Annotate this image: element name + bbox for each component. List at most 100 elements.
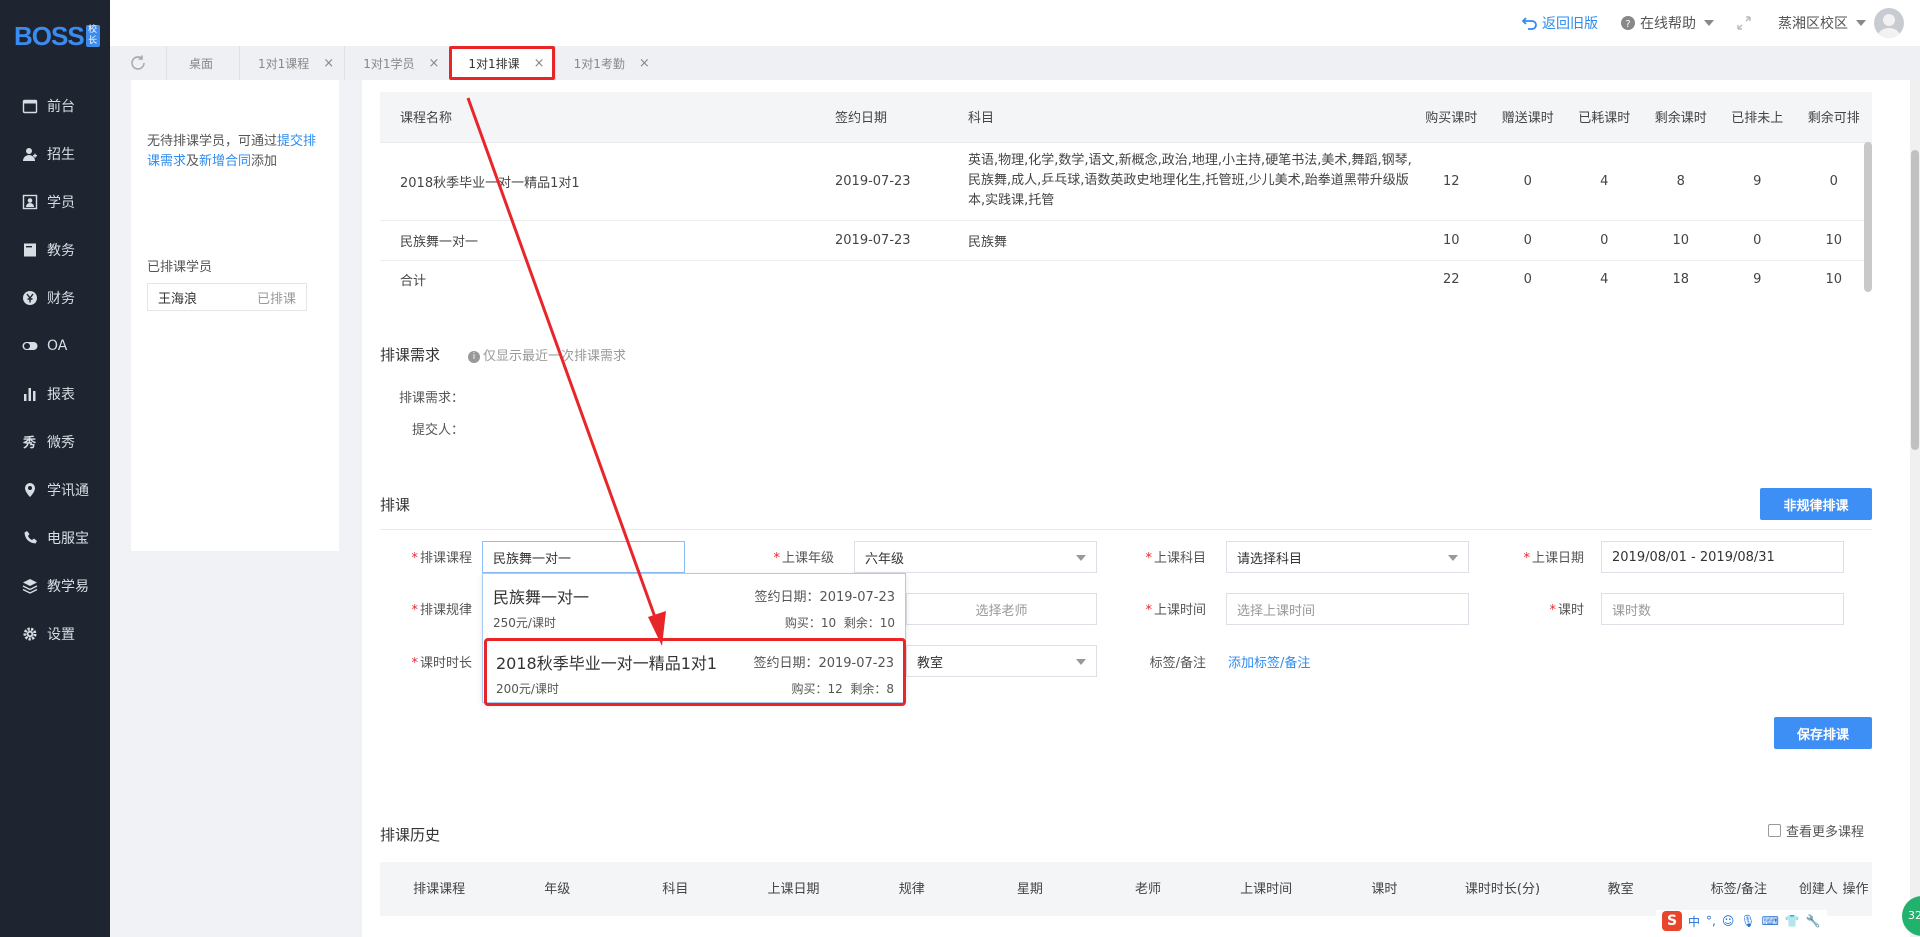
note-text: 及: [186, 154, 200, 169]
tab-3[interactable]: 1对1排课 ×: [449, 46, 555, 80]
add-tag-link[interactable]: 添加标签/备注: [1228, 652, 1310, 671]
irregular-schedule-button[interactable]: 非规律排课: [1760, 488, 1872, 520]
undo-icon: [1522, 17, 1537, 30]
close-icon[interactable]: ×: [323, 56, 334, 71]
table-scrollbar[interactable]: [1864, 142, 1872, 292]
sidebar-item-label: 前台: [47, 99, 75, 115]
id-card-icon: [22, 194, 38, 210]
teacher-select[interactable]: 选择老师: [906, 593, 1097, 625]
help-circle-icon: ?: [1621, 16, 1635, 30]
total-row: 合计 22 0 4 18 9 10: [380, 260, 1872, 298]
yen-coin-icon: [22, 290, 38, 306]
subjects-cell: 民族舞: [968, 220, 1413, 261]
sidebar-item-teaching[interactable]: 教务: [0, 226, 110, 274]
wrench-icon[interactable]: 🔧: [1806, 914, 1821, 928]
close-icon[interactable]: ×: [639, 56, 650, 71]
sidebar-item-finance[interactable]: 财务: [0, 274, 110, 322]
option-date: 签约日期：2019-07-23: [754, 590, 895, 605]
student-item[interactable]: 王海浪 已排课: [147, 283, 307, 311]
sidebar-item-oa[interactable]: OA: [0, 322, 110, 370]
sidebar-item-desk[interactable]: 前台: [0, 82, 110, 130]
demand-hint-text: 仅显示最近一次排课需求: [483, 349, 627, 364]
skin-icon[interactable]: 👕: [1785, 914, 1800, 928]
tab-4[interactable]: 1对1考勤 ×: [554, 46, 660, 80]
tab-1[interactable]: 1对1课程 ×: [239, 46, 345, 80]
sidebar-item-settings[interactable]: 设置: [0, 610, 110, 658]
back-old-version-link[interactable]: 返回旧版: [1522, 13, 1598, 33]
sidebar-item-label: 电服宝: [47, 531, 89, 547]
mic-icon[interactable]: 🎙: [1740, 914, 1755, 928]
sogou-icon[interactable]: S: [1662, 911, 1682, 931]
fullscreen-button[interactable]: [1736, 15, 1756, 31]
sidebar-nav: 前台招生 学员 教务 财务 OA 报表秀微秀 学讯通电服宝教学易 设置: [0, 82, 110, 658]
grade-select[interactable]: 六年级: [854, 541, 1097, 573]
note-text: 无待排课学员，可通过: [147, 134, 278, 149]
back-old-label: 返回旧版: [1542, 16, 1598, 32]
date-field-label: * 上课日期: [1523, 551, 1584, 566]
sidebar-item-jiaoxueyi[interactable]: 教学易: [0, 562, 110, 610]
course-option[interactable]: 2018秋季毕业一对一精品1对1 签约日期：2019-07-23 200元/课时…: [484, 638, 906, 706]
column-header: 签约日期: [815, 92, 968, 143]
sidebar-item-report[interactable]: 报表: [0, 370, 110, 418]
refresh-button[interactable]: [110, 46, 166, 80]
scheduled-hours-cell: 9: [1719, 142, 1796, 221]
more-courses-checkbox[interactable]: 查看更多课程: [1768, 821, 1864, 840]
sidebar-item-dianfubao[interactable]: 电服宝: [0, 514, 110, 562]
close-icon[interactable]: ×: [534, 56, 545, 71]
column-header: 课时: [1325, 862, 1444, 916]
tab-2[interactable]: 1对1学员 ×: [344, 46, 450, 80]
can-schedule-cell: 0: [1795, 142, 1872, 221]
add-contract-link[interactable]: 新增合同: [199, 154, 251, 169]
tab-label: 桌面: [189, 56, 214, 71]
emoji-icon[interactable]: ☺: [1722, 914, 1735, 928]
punct-icon[interactable]: °,: [1706, 914, 1716, 928]
logo: BOSS 校长: [0, 0, 110, 72]
keyboard-icon[interactable]: ⌨: [1762, 914, 1779, 928]
gift-hours-cell: 0: [1523, 271, 1532, 287]
date-range-input[interactable]: 2019/08/01 - 2019/08/31: [1601, 541, 1844, 573]
time-input[interactable]: 选择上课时间: [1226, 593, 1469, 625]
sidebar-item-enroll[interactable]: 招生: [0, 130, 110, 178]
column-header: 课程名称: [380, 92, 815, 143]
close-icon[interactable]: ×: [428, 56, 439, 71]
scrollbar-thumb[interactable]: [1911, 150, 1919, 450]
table-row: 民族舞一对一 2019-07-23 民族舞 10 0 0 10 0 10: [380, 220, 1872, 261]
course-option[interactable]: 民族舞一对一 签约日期：2019-07-23 250元/课时 购买：10 剩余：…: [483, 574, 905, 638]
save-schedule-button[interactable]: 保存排课: [1774, 717, 1872, 749]
chevron-down-icon: [1856, 20, 1866, 26]
sidebar-item-weixiu[interactable]: 秀微秀: [0, 418, 110, 466]
subjects-cell: 英语,物理,化学,数学,语文,新概念,政治,地理,小主持,硬笔书法,美术,舞蹈,…: [968, 142, 1413, 221]
sidebar-item-label: 微秀: [47, 435, 75, 451]
column-header: 已排未上: [1719, 92, 1796, 143]
duration-field-label: * 课时时长: [411, 656, 472, 671]
chevron-down-icon: [1076, 659, 1086, 665]
rule-field-label: * 排课规律: [411, 603, 472, 618]
option-date: 签约日期：2019-07-23: [753, 656, 894, 671]
sidebar-item-xuexuntong[interactable]: 学讯通: [0, 466, 110, 514]
demand-title: 排课需求: [380, 346, 441, 364]
tab-label: 1对1学员: [363, 56, 415, 71]
classroom-select[interactable]: 教室: [906, 645, 1097, 677]
column-header: 赠送课时: [1489, 92, 1566, 143]
gift-hours-cell: 0: [1489, 142, 1566, 221]
campus-selector[interactable]: 蒸湘区校区: [1778, 8, 1904, 38]
note-text: 添加: [251, 154, 278, 169]
online-help-menu[interactable]: ? 在线帮助: [1620, 13, 1714, 33]
calendar-icon: [22, 98, 38, 114]
page-scrollbar[interactable]: [1910, 80, 1920, 937]
sidebar-item-student[interactable]: 学员: [0, 178, 110, 226]
column-header: 创建人: [1797, 862, 1839, 916]
hours-input[interactable]: 课时数: [1601, 593, 1844, 625]
subject-select[interactable]: 请选择科目: [1226, 541, 1469, 573]
info-icon: i: [468, 351, 480, 363]
submitter-label: 提交人：: [411, 423, 464, 438]
ime-mode[interactable]: 中: [1688, 913, 1700, 930]
divider: [380, 529, 1872, 530]
course-input[interactable]: 民族舞一对一: [482, 541, 685, 573]
remain-hours-cell: 8: [1642, 142, 1719, 221]
tab-0[interactable]: 桌面: [166, 46, 240, 80]
checkbox-box[interactable]: [1768, 824, 1781, 837]
history-title: 排课历史: [380, 826, 441, 844]
avatar[interactable]: [1874, 8, 1904, 38]
column-header: 科目: [968, 92, 1413, 143]
